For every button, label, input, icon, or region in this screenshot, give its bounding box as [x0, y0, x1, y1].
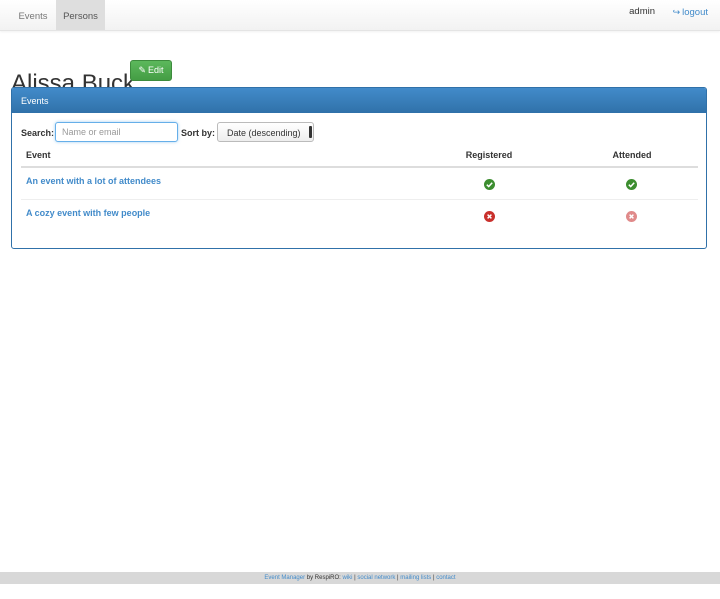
table-header: Event Registered Attended [21, 149, 698, 168]
top-navbar: Events Persons admin ↪ logout [0, 0, 720, 31]
footer-link-contact[interactable]: contact [436, 575, 455, 581]
footer-link-wiki[interactable]: wiki [342, 575, 352, 581]
check-circle-icon [484, 179, 495, 190]
panel-heading: Events [12, 88, 706, 113]
logout-link[interactable]: ↪ logout [673, 0, 708, 25]
events-panel: Events Search: Sort by: Date (descending… [11, 87, 707, 249]
column-header-registered: Registered [465, 150, 513, 160]
times-circle-icon [626, 211, 637, 222]
times-circle-icon [484, 211, 495, 222]
sign-out-icon: ↪ [672, 7, 681, 17]
sort-select[interactable]: Date (descending) [217, 122, 314, 142]
nav-tab-persons[interactable]: Persons [56, 0, 105, 30]
sort-label: Sort by: [181, 128, 216, 138]
nav-tab-events[interactable]: Events [12, 0, 54, 30]
edit-button[interactable]: ✎ Edit [130, 60, 172, 81]
search-label: Search: [21, 128, 55, 138]
search-input[interactable] [55, 122, 178, 142]
footer-link-mailing-lists[interactable]: mailing lists [400, 575, 431, 581]
table-row: A cozy event with few people [21, 200, 698, 231]
edit-label: Edit [148, 65, 164, 75]
event-link[interactable]: An event with a lot of attendees [26, 175, 161, 187]
check-circle-icon [626, 179, 637, 190]
column-header-event: Event [26, 150, 51, 160]
logout-label: logout [682, 7, 708, 18]
footer-by-text: by RespiRO: [305, 575, 343, 581]
footer: Event Manager by RespiRO: wiki | social … [0, 572, 720, 584]
edit-icon: ✎ [138, 65, 147, 75]
filter-row: Search: Sort by: Date (descending) [12, 113, 706, 149]
dropdown-caret-icon [309, 126, 312, 138]
column-header-attended: Attended [612, 150, 652, 160]
events-table: Event Registered Attended An event with … [21, 149, 698, 231]
footer-app-link[interactable]: Event Manager [264, 575, 305, 581]
sort-selected-value: Date (descending) [227, 128, 301, 138]
event-link[interactable]: A cozy event with few people [26, 207, 150, 219]
current-user: admin [629, 6, 655, 17]
footer-link-social-network[interactable]: social network [357, 575, 395, 581]
table-row: An event with a lot of attendees [21, 168, 698, 200]
